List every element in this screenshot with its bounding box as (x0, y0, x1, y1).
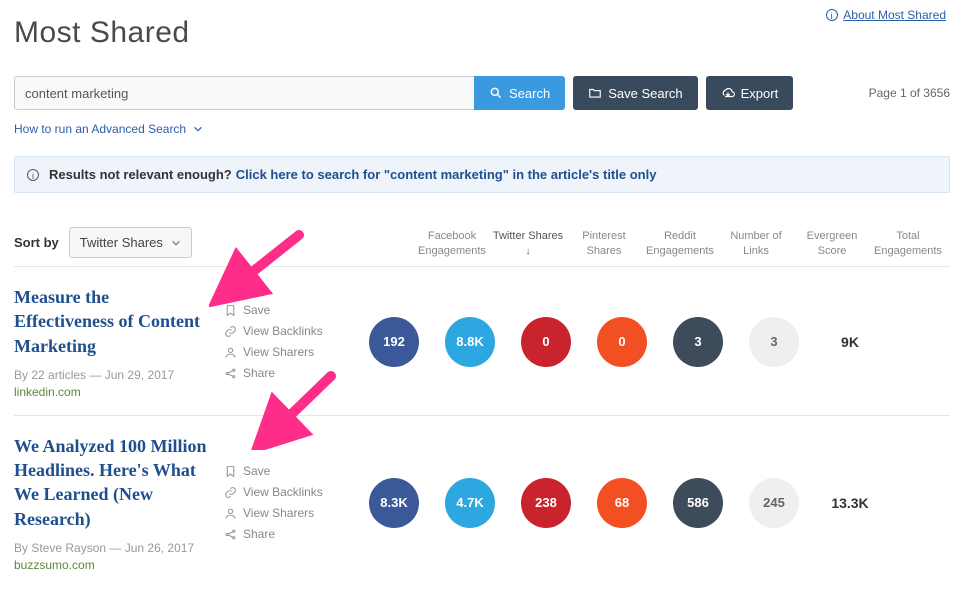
share-icon (224, 528, 237, 541)
col-twitter[interactable]: Twitter Shares ↓ (490, 229, 566, 258)
bookmark-icon (224, 465, 237, 478)
col-links[interactable]: Number of Links (718, 229, 794, 258)
metric-evergreen: 3 (736, 317, 812, 367)
col-pinterest[interactable]: Pinterest Shares (566, 229, 642, 258)
export-label: Export (741, 86, 779, 101)
col-evergreen[interactable]: Evergreen Score (794, 229, 870, 258)
result-main: Measure the Effectiveness of Content Mar… (14, 285, 224, 399)
notice-title-search-link[interactable]: Click here to search for "content market… (236, 167, 657, 182)
col-reddit[interactable]: Reddit Engagements (642, 229, 718, 258)
link-icon (224, 486, 237, 499)
result-metrics: 192 8.8K 0 0 3 3 9K (356, 285, 950, 399)
search-button-label: Search (509, 86, 550, 101)
save-search-button[interactable]: Save Search (573, 76, 697, 110)
cloud-download-icon (721, 86, 735, 100)
chevron-down-icon (171, 239, 181, 247)
result-main: We Analyzed 100 Million Headlines. Here'… (14, 434, 224, 572)
backlinks-action[interactable]: View Backlinks (224, 324, 356, 338)
metric-facebook: 8.3K (356, 478, 432, 528)
metric-twitter: 8.8K (432, 317, 508, 367)
search-input[interactable] (14, 76, 474, 110)
save-action[interactable]: Save (224, 303, 356, 317)
sort-arrow-down-icon: ↓ (526, 246, 531, 257)
search-toolbar: Search Save Search Export Page 1 of 3656 (14, 76, 950, 110)
sharers-action[interactable]: View Sharers (224, 506, 356, 520)
metric-links: 3 (660, 317, 736, 367)
metric-evergreen: 245 (736, 478, 812, 528)
result-domain-link[interactable]: linkedin.com (14, 385, 212, 399)
metrics-header: Facebook Engagements Twitter Shares ↓ Pi… (414, 229, 950, 258)
backlinks-action[interactable]: View Backlinks (224, 485, 356, 499)
chevron-down-icon (193, 122, 203, 136)
result-row: We Analyzed 100 Million Headlines. Here'… (14, 415, 950, 588)
result-actions: Save View Backlinks View Sharers Share (224, 285, 356, 399)
person-icon (224, 507, 237, 520)
result-title-link[interactable]: Measure the Effectiveness of Content Mar… (14, 285, 212, 358)
metric-reddit: 68 (584, 478, 660, 528)
sort-selected-value: Twitter Shares (80, 235, 163, 250)
metric-twitter: 4.7K (432, 478, 508, 528)
save-search-label: Save Search (608, 86, 682, 101)
result-meta: By 22 articles — Jun 29, 2017 (14, 368, 212, 382)
link-icon (224, 325, 237, 338)
metric-links: 586 (660, 478, 736, 528)
results-header: Sort by Twitter Shares Facebook Engageme… (14, 227, 950, 266)
metric-pinterest: 0 (508, 317, 584, 367)
bookmark-icon (224, 304, 237, 317)
metric-reddit: 0 (584, 317, 660, 367)
save-action[interactable]: Save (224, 464, 356, 478)
about-most-shared-link[interactable]: About Most Shared (843, 8, 946, 22)
about-link-wrap: i About Most Shared (826, 8, 946, 22)
search-icon (489, 86, 503, 100)
result-domain-link[interactable]: buzzsumo.com (14, 558, 212, 572)
advanced-search-label: How to run an Advanced Search (14, 122, 186, 136)
result-row: Measure the Effectiveness of Content Mar… (14, 266, 950, 415)
result-title-link[interactable]: We Analyzed 100 Million Headlines. Here'… (14, 434, 212, 531)
metric-pinterest: 238 (508, 478, 584, 528)
share-icon (224, 367, 237, 380)
notice-lead: Results not relevant enough? (49, 167, 232, 182)
metric-total: 9K (812, 334, 888, 350)
person-icon (224, 346, 237, 359)
sharers-action[interactable]: View Sharers (224, 345, 356, 359)
col-facebook[interactable]: Facebook Engagements (414, 229, 490, 258)
export-button[interactable]: Export (706, 76, 794, 110)
sort-select[interactable]: Twitter Shares (69, 227, 192, 258)
sort-label: Sort by (14, 235, 59, 250)
page-title: Most Shared (14, 16, 950, 50)
share-action[interactable]: Share (224, 527, 356, 541)
search-button[interactable]: Search (474, 76, 565, 110)
result-actions: Save View Backlinks View Sharers Share (224, 434, 356, 572)
metric-total: 13.3K (812, 495, 888, 511)
metric-facebook: 192 (356, 317, 432, 367)
info-icon: i (826, 9, 838, 21)
share-action[interactable]: Share (224, 366, 356, 380)
col-total[interactable]: Total Engagements (870, 229, 946, 258)
folder-icon (588, 86, 602, 100)
sort-block: Sort by Twitter Shares (14, 227, 414, 258)
info-icon: i (27, 169, 39, 181)
result-metrics: 8.3K 4.7K 238 68 586 245 13.3K (356, 434, 950, 572)
pagination-info: Page 1 of 3656 (869, 86, 950, 100)
relevance-notice: i Results not relevant enough? Click her… (14, 156, 950, 193)
advanced-search-link[interactable]: How to run an Advanced Search (14, 122, 203, 136)
result-meta: By Steve Rayson — Jun 26, 2017 (14, 541, 212, 555)
